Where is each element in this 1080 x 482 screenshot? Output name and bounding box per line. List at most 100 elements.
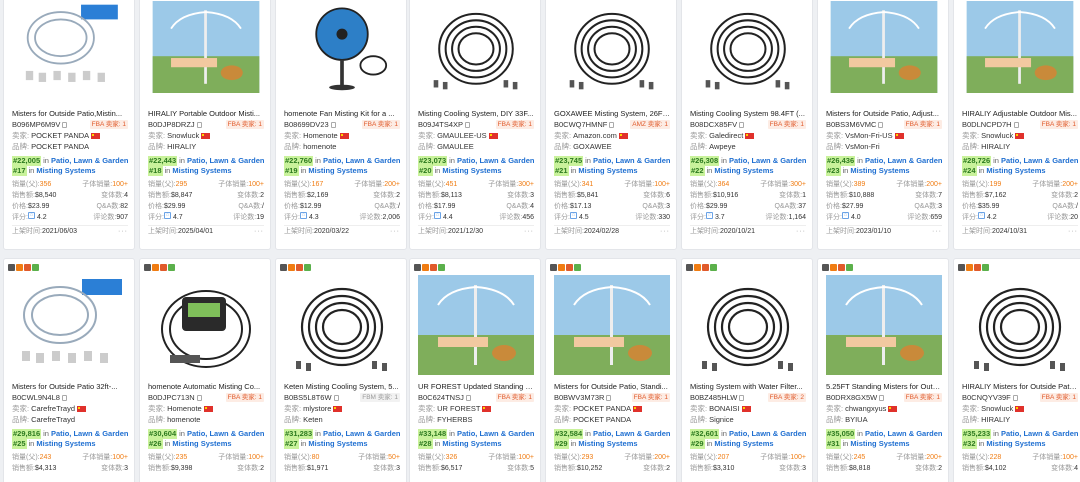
seller-name[interactable]: VsMon-Fri-US bbox=[845, 130, 893, 141]
copy-icon[interactable] bbox=[609, 121, 615, 128]
product-image-box[interactable] bbox=[826, 1, 942, 93]
product-title[interactable]: Keten Misting Cooling System, 5... bbox=[284, 382, 400, 392]
asin[interactable]: B0CWL9N4L8 bbox=[12, 392, 60, 403]
product-image-box[interactable] bbox=[554, 1, 670, 93]
copy-icon[interactable] bbox=[196, 394, 202, 401]
product-card[interactable]: Misting Cooling System 98.4FT (... B08DCX… bbox=[681, 0, 813, 250]
sub-category[interactable]: Misting Systems bbox=[308, 166, 367, 176]
seller-name[interactable]: Snowluck bbox=[981, 130, 1013, 141]
brand-name[interactable]: POCKET PANDA bbox=[573, 414, 631, 425]
seller-name[interactable]: POCKET PANDA bbox=[573, 403, 631, 414]
asin[interactable]: B0CWQ7HMNF bbox=[554, 119, 607, 130]
brand-name[interactable]: Awpeye bbox=[709, 141, 736, 152]
product-title[interactable]: UR FOREST Updated Standing M... bbox=[418, 382, 534, 392]
sub-category[interactable]: Misting Systems bbox=[442, 439, 501, 449]
copy-icon[interactable] bbox=[333, 394, 339, 401]
bsr-category[interactable]: Patio, Lawn & Garden bbox=[865, 429, 943, 439]
copy-icon[interactable] bbox=[61, 394, 67, 401]
brand-name[interactable]: GMAULEE bbox=[437, 141, 474, 152]
product-title[interactable]: HIRALIY Adjustable Outdoor Mis... bbox=[962, 109, 1078, 119]
product-image-box[interactable] bbox=[554, 273, 670, 377]
product-image-box[interactable] bbox=[962, 273, 1078, 377]
product-card[interactable]: 5.25FT Standing Misters for Outs... B0DRX… bbox=[817, 258, 949, 482]
product-card[interactable]: Misting System with Water Filter... B0BZ4… bbox=[681, 258, 813, 482]
bsr-category[interactable]: Patio, Lawn & Garden bbox=[593, 156, 671, 166]
product-image-box[interactable] bbox=[148, 273, 264, 377]
product-image-box[interactable] bbox=[418, 273, 534, 377]
product-card[interactable]: Misters for Outside Patio 32ft-... B0CWL9… bbox=[3, 258, 135, 482]
bsr-category[interactable]: Patio, Lawn & Garden bbox=[187, 156, 265, 166]
brand-name[interactable]: HIRALIY bbox=[167, 141, 196, 152]
seller-name[interactable]: mlystore bbox=[303, 403, 331, 414]
sub-category[interactable]: Misting Systems bbox=[850, 166, 909, 176]
copy-icon[interactable] bbox=[62, 121, 68, 128]
brand-name[interactable]: BYIUA bbox=[845, 414, 868, 425]
asin[interactable]: B08DCX85FV bbox=[690, 119, 737, 130]
product-card[interactable]: homenote Fan Misting Kit for a ... B08699… bbox=[275, 0, 407, 250]
product-card[interactable]: Misting Cooling System, DIY 33F... B09J4T… bbox=[409, 0, 541, 250]
sub-category[interactable]: Misting Systems bbox=[714, 439, 773, 449]
product-title[interactable]: HIRALIY Misters for Outside Patio... bbox=[962, 382, 1078, 392]
asin[interactable]: B0C624TNSJ bbox=[418, 392, 464, 403]
brand-name[interactable]: Signice bbox=[709, 414, 734, 425]
product-card[interactable]: Misters for Outside Patio, Adjust... B0BS… bbox=[817, 0, 949, 250]
bsr-category[interactable]: Patio, Lawn & Garden bbox=[457, 429, 535, 439]
product-card[interactable]: Keten Misting Cooling System, 5... B0BS5L… bbox=[275, 258, 407, 482]
asin[interactable]: B08699DV23 bbox=[284, 119, 329, 130]
more-icon[interactable]: ··· bbox=[932, 226, 942, 238]
more-icon[interactable]: ··· bbox=[524, 226, 534, 238]
sub-category[interactable]: Misting Systems bbox=[578, 166, 637, 176]
brand-name[interactable]: GOXAWEE bbox=[573, 141, 611, 152]
brand-name[interactable]: HIRALIY bbox=[981, 414, 1010, 425]
seller-name[interactable]: Galedirect bbox=[709, 130, 743, 141]
copy-icon[interactable] bbox=[879, 394, 885, 401]
product-title[interactable]: GOXAWEE Misting System, 26FT ... bbox=[554, 109, 670, 119]
more-icon[interactable]: ··· bbox=[254, 226, 264, 238]
product-image-box[interactable] bbox=[690, 1, 806, 93]
sub-category[interactable]: Misting Systems bbox=[308, 439, 367, 449]
product-image-box[interactable] bbox=[826, 273, 942, 377]
product-image-box[interactable] bbox=[284, 1, 400, 93]
bsr-category[interactable]: Patio, Lawn & Garden bbox=[323, 429, 401, 439]
asin[interactable]: B0DRX8GX5W bbox=[826, 392, 877, 403]
product-image-box[interactable] bbox=[12, 1, 128, 93]
bsr-category[interactable]: Patio, Lawn & Garden bbox=[187, 429, 265, 439]
copy-icon[interactable] bbox=[465, 121, 471, 128]
sub-category[interactable]: Misting Systems bbox=[714, 166, 773, 176]
more-icon[interactable]: ··· bbox=[390, 226, 400, 238]
bsr-category[interactable]: Patio, Lawn & Garden bbox=[51, 156, 129, 166]
asin[interactable]: B0DLNCPD7H bbox=[962, 119, 1012, 130]
bsr-category[interactable]: Patio, Lawn & Garden bbox=[1001, 429, 1079, 439]
sub-category[interactable]: Misting Systems bbox=[36, 166, 95, 176]
sub-category[interactable]: Misting Systems bbox=[578, 439, 637, 449]
product-title[interactable]: homenote Fan Misting Kit for a ... bbox=[284, 109, 400, 119]
seller-name[interactable]: Amazon.com bbox=[573, 130, 617, 141]
sub-category[interactable]: Misting Systems bbox=[442, 166, 501, 176]
product-title[interactable]: Misting Cooling System 98.4FT (... bbox=[690, 109, 806, 119]
product-image-box[interactable] bbox=[284, 273, 400, 377]
seller-name[interactable]: POCKET PANDA bbox=[31, 130, 89, 141]
product-title[interactable]: homenote Automatic Misting Co... bbox=[148, 382, 264, 392]
sub-category[interactable]: Misting Systems bbox=[36, 439, 95, 449]
asin[interactable]: B0BS5L8T6W bbox=[284, 392, 332, 403]
product-title[interactable]: Misting Cooling System, DIY 33F... bbox=[418, 109, 534, 119]
product-card[interactable]: Misters for Outside Patio, Standi... B0BW… bbox=[545, 258, 677, 482]
seller-name[interactable]: Snowluck bbox=[981, 403, 1013, 414]
brand-name[interactable]: CarefreTrayd bbox=[31, 414, 75, 425]
copy-icon[interactable] bbox=[606, 394, 612, 401]
more-icon[interactable]: ··· bbox=[118, 226, 128, 238]
bsr-category[interactable]: Patio, Lawn & Garden bbox=[729, 429, 807, 439]
product-card[interactable]: GOXAWEE Misting System, 26FT ... B0CWQ7HM… bbox=[545, 0, 677, 250]
copy-icon[interactable] bbox=[1012, 394, 1018, 401]
product-image-box[interactable] bbox=[12, 273, 128, 377]
product-title[interactable]: Misters for Outside Patio 32ft-... bbox=[12, 382, 128, 392]
bsr-category[interactable]: Patio, Lawn & Garden bbox=[323, 156, 401, 166]
copy-icon[interactable] bbox=[878, 121, 884, 128]
seller-name[interactable]: BONAISI bbox=[709, 403, 739, 414]
product-title[interactable]: 5.25FT Standing Misters for Outs... bbox=[826, 382, 942, 392]
asin[interactable]: B0DJPC713N bbox=[148, 392, 195, 403]
bsr-category[interactable]: Patio, Lawn & Garden bbox=[593, 429, 671, 439]
product-title[interactable]: Misters for Outside Patio,Mistin... bbox=[12, 109, 128, 119]
product-title[interactable]: HIRALIY Portable Outdoor Misti... bbox=[148, 109, 264, 119]
product-card[interactable]: homenote Automatic Misting Co... B0DJPC71… bbox=[139, 258, 271, 482]
